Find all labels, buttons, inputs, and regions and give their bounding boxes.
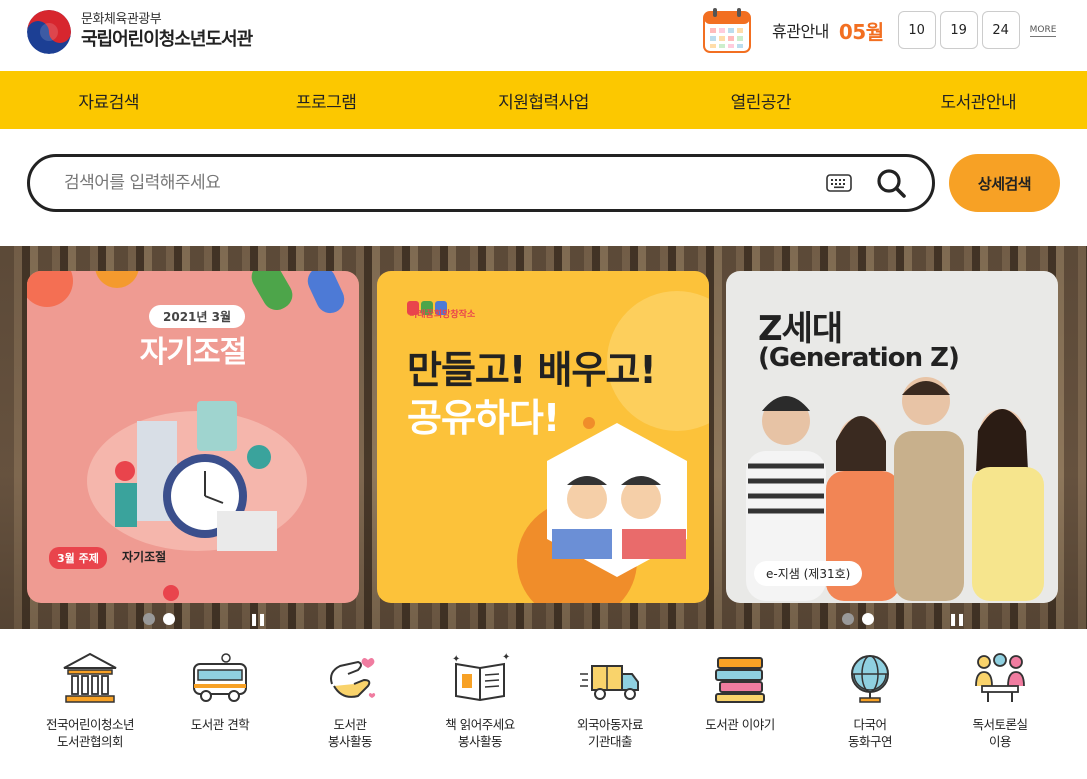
maker-space-brand: 미래꿈희망창작소: [409, 310, 476, 320]
quick-link-label: 독서토론실 이용: [972, 717, 1028, 749]
pause-icon[interactable]: ❚❚: [249, 612, 267, 626]
quick-link-foreign-loan[interactable]: 외국아동자료 기관대출: [550, 650, 670, 750]
quick-link-library-story[interactable]: 도서관 이야기: [680, 650, 800, 750]
bus-icon: [193, 653, 247, 702]
site-header: 문화체육관광부 국립어린이청소년도서관 휴관안내 05월 10 19 24 MO…: [0, 0, 1087, 71]
calendar-icon: [703, 8, 751, 53]
pause-icon[interactable]: ❚❚: [948, 612, 966, 626]
quick-link-label: 외국아동자료 기관대출: [576, 717, 644, 749]
holiday-notice: 휴관안내 05월 10 19 24 MORE: [702, 6, 1057, 54]
quick-link-read-aloud[interactable]: ✦ ✦ 책 읽어주세요 봉사활동: [420, 650, 540, 750]
quick-link-label: 도서관 봉사활동: [327, 717, 373, 749]
holiday-more-link[interactable]: MORE: [1029, 24, 1057, 37]
banner-card-generation-z[interactable]: Z세대 (Generation Z) e-지샘 (제31호): [726, 271, 1058, 603]
slider-dot[interactable]: [143, 613, 155, 625]
card-title-line2: (Generation Z): [758, 343, 960, 373]
banner-card-self-control[interactable]: 2021년 3월 자기조절 3월 주제 자기조절: [27, 271, 359, 603]
quick-links: 전국어린이청소년 도서관협의회 도서관 견학 도서관 봉사활동 ✦ ✦ 책 읽어…: [30, 650, 1060, 750]
keyboard-icon[interactable]: [826, 174, 852, 192]
advanced-search-button[interactable]: 상세검색: [949, 154, 1060, 212]
taegeuk-logo-icon: [27, 10, 71, 54]
holiday-day[interactable]: 24: [981, 11, 1020, 49]
issue-tag: e-지샘 (제31호): [754, 561, 863, 586]
discussion-icon: [975, 653, 1025, 702]
nav-item-open-space[interactable]: 열린공간: [652, 71, 869, 129]
holiday-day[interactable]: 10: [897, 11, 936, 49]
card-title-line1: 만들고! 배우고!: [407, 348, 657, 392]
search-input[interactable]: [64, 173, 826, 193]
open-book-icon: ✦ ✦: [452, 652, 510, 702]
slider-dot-active[interactable]: [862, 613, 874, 625]
quick-link-label: 다국어 동화구연: [847, 717, 893, 749]
quick-link-volunteer[interactable]: 도서관 봉사활동: [290, 650, 410, 750]
quick-link-council[interactable]: 전국어린이청소년 도서관협의회: [30, 650, 150, 750]
quick-link-multilingual[interactable]: 다국어 동화구연: [810, 650, 930, 750]
svg-text:✦: ✦: [502, 652, 510, 663]
library-building-icon: [63, 652, 117, 703]
search-icon[interactable]: [876, 168, 906, 198]
slider-dot[interactable]: [842, 613, 854, 625]
nav-item-support[interactable]: 지원협력사업: [435, 71, 652, 129]
book-stack-icon: [715, 657, 765, 703]
delivery-truck-icon: [580, 665, 639, 700]
holiday-month: 05월: [838, 19, 884, 44]
search-bar: [27, 154, 935, 212]
helping-hands-icon: [330, 658, 376, 698]
globe-icon: [851, 655, 889, 703]
banner-card-maker-space[interactable]: 미래꿈희망창작소 만들고! 배우고! 공유하다!: [377, 271, 709, 603]
quick-link-tour[interactable]: 도서관 견학: [160, 650, 280, 750]
site-logo[interactable]: 문화체육관광부 국립어린이청소년도서관: [27, 10, 253, 54]
month-badge: 2021년 3월: [149, 305, 246, 328]
holiday-day[interactable]: 19: [939, 11, 978, 49]
theme-text: 자기조절: [122, 550, 167, 564]
holiday-label: 휴관안내: [772, 22, 829, 41]
quick-link-discussion-room[interactable]: 독서토론실 이용: [940, 650, 1060, 750]
quick-link-label: 전국어린이청소년 도서관협의회: [45, 717, 135, 749]
main-banner: 2021년 3월 자기조절 3월 주제 자기조절 미래꿈희망창작소 만들고! 배…: [0, 246, 1087, 629]
logo-ministry-text: 문화체육관광부: [81, 12, 162, 27]
quick-link-label: 도서관 견학: [190, 717, 250, 732]
quick-link-label: 책 읽어주세요 봉사활동: [445, 717, 515, 749]
nav-item-search[interactable]: 자료검색: [0, 71, 217, 129]
card-title-line2: 공유하다!: [407, 396, 560, 440]
card-title: 자기조절: [139, 335, 247, 370]
logo-library-name: 국립어린이청소년도서관: [81, 29, 253, 50]
svg-text:✦: ✦: [452, 654, 460, 665]
theme-badge: 3월 주제: [49, 547, 107, 569]
quick-link-label: 도서관 이야기: [705, 717, 775, 732]
nav-item-library-info[interactable]: 도서관안내: [870, 71, 1087, 129]
slider-controls-left: ❚❚: [143, 612, 267, 626]
main-nav: 자료검색 프로그램 지원협력사업 열린공간 도서관안내: [0, 71, 1087, 129]
slider-dot-active[interactable]: [163, 613, 175, 625]
slider-controls-right: ❚❚: [842, 612, 966, 626]
nav-item-program[interactable]: 프로그램: [217, 71, 434, 129]
